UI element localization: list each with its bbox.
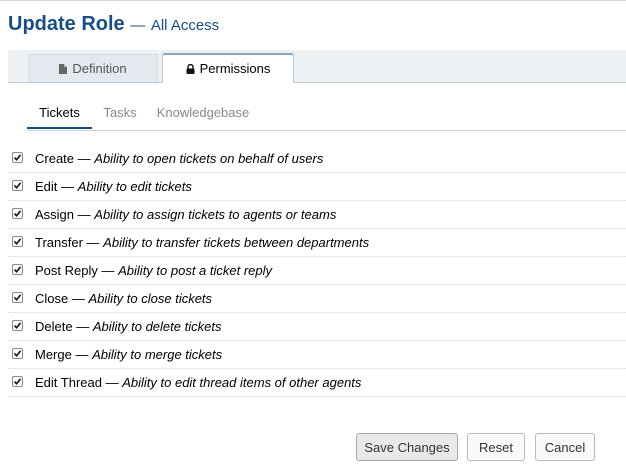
permission-label[interactable]: Edit — Ability to edit tickets [35,179,192,194]
permission-label[interactable]: Post Reply — Ability to post a ticket re… [35,263,272,278]
lock-icon [186,63,195,74]
file-icon [59,63,68,74]
permission-separator: — [77,151,91,166]
permission-name: Delete [35,319,73,334]
checkmark-icon [13,210,22,218]
permission-description: Ability to edit tickets [77,179,192,194]
tab-definition-label: Definition [72,61,127,76]
permission-name: Merge [35,347,72,362]
permission-checkbox[interactable] [12,264,23,275]
permission-label[interactable]: Merge — Ability to merge tickets [35,347,222,362]
permission-checkbox[interactable] [12,180,23,191]
save-changes-button[interactable]: Save Changes [356,433,458,461]
tab-bar: Definition Permissions [8,50,626,83]
checkmark-icon [13,294,22,302]
permission-name: Create [35,151,75,166]
tab-permissions-label: Permissions [199,61,271,76]
permission-checkbox[interactable] [12,320,23,331]
checkmark-icon [13,350,22,358]
permission-description: Ability to assign tickets to agents or t… [94,207,337,222]
permission-name: Close [35,291,69,306]
permission-checkbox[interactable] [12,152,23,163]
checkmark-icon [13,238,22,246]
permission-description: Ability to post a ticket reply [118,263,273,278]
permission-list: Create — Ability to open tickets on beha… [8,145,626,397]
permission-separator: — [77,207,91,222]
checkmark-icon [13,378,22,386]
permission-description: Ability to edit thread items of other ag… [122,375,362,390]
permission-label[interactable]: Edit Thread — Ability to edit thread ite… [35,375,361,390]
checkmark-icon [13,266,22,274]
permission-label[interactable]: Assign — Ability to assign tickets to ag… [35,207,336,222]
permission-label[interactable]: Delete — Ability to delete tickets [35,319,221,334]
tab-definition[interactable]: Definition [28,54,158,82]
page-title: Update Role — All Access [8,13,219,36]
permission-row: Edit Thread — Ability to edit thread ite… [8,369,626,397]
permission-description: Ability to merge tickets [92,347,223,362]
permission-subtabs: Tickets Tasks Knowledgebase [27,96,626,131]
permission-name: Edit [35,179,58,194]
page-title-separator: — [130,17,146,34]
subtab-tasks[interactable]: Tasks [97,96,143,129]
page-title-main: Update Role [8,13,125,35]
cancel-button[interactable]: Cancel [535,433,595,461]
checkmark-icon [13,322,22,330]
permission-checkbox[interactable] [12,348,23,359]
permission-separator: — [105,375,119,390]
permission-checkbox[interactable] [12,292,23,303]
permission-row: Transfer — Ability to transfer tickets b… [8,229,626,257]
permission-description: Ability to delete tickets [92,319,222,334]
checkmark-icon [13,182,22,190]
permission-checkbox[interactable] [12,376,23,387]
permission-row: Create — Ability to open tickets on beha… [8,145,626,173]
permission-row: Delete — Ability to delete tickets [8,313,626,341]
permission-checkbox[interactable] [12,208,23,219]
permission-name: Edit Thread [35,375,102,390]
subtab-tickets[interactable]: Tickets [27,96,92,129]
permission-separator: — [76,319,90,334]
permission-separator: — [61,179,75,194]
permission-separator: — [71,291,85,306]
permission-label[interactable]: Transfer — Ability to transfer tickets b… [35,235,369,250]
permission-separator: — [75,347,89,362]
permission-row: Edit — Ability to edit tickets [8,173,626,201]
permission-row: Close — Ability to close tickets [8,285,626,313]
checkmark-icon [13,154,22,162]
permission-separator: — [86,235,100,250]
permission-row: Post Reply — Ability to post a ticket re… [8,257,626,285]
permission-description: Ability to open tickets on behalf of use… [94,151,324,166]
top-divider [0,0,626,1]
page-subtitle: All Access [150,17,220,34]
tab-permissions[interactable]: Permissions [162,53,294,83]
permission-checkbox[interactable] [12,236,23,247]
permission-label[interactable]: Create — Ability to open tickets on beha… [35,151,323,166]
permission-name: Transfer [35,235,83,250]
permission-description: Ability to transfer tickets between depa… [103,235,370,250]
permission-name: Post Reply [35,263,98,278]
permission-description: Ability to close tickets [88,291,213,306]
reset-button[interactable]: Reset [467,433,525,461]
permission-row: Assign — Ability to assign tickets to ag… [8,201,626,229]
permission-separator: — [101,263,115,278]
subtab-knowledgebase[interactable]: Knowledgebase [153,96,253,129]
permission-label[interactable]: Close — Ability to close tickets [35,291,212,306]
permission-name: Assign [35,207,75,222]
permission-row: Merge — Ability to merge tickets [8,341,626,369]
